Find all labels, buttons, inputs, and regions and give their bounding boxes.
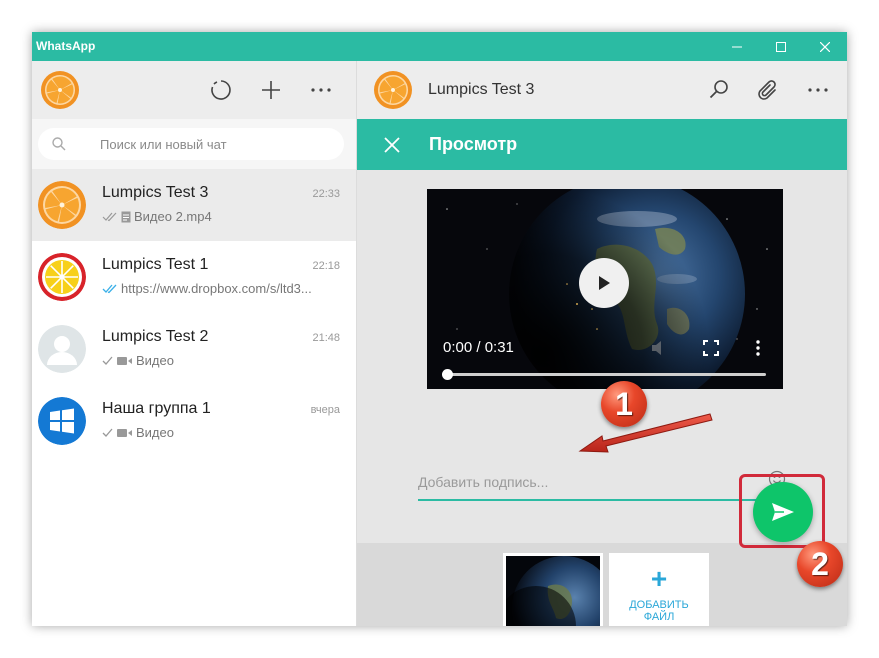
new-chat-icon: [262, 81, 280, 99]
attach-icon: [758, 80, 776, 100]
plus-icon: +: [650, 563, 668, 594]
chat-preview: Видео 2.mp4: [102, 209, 212, 224]
minimize-button[interactable]: [715, 32, 759, 61]
video-icon: [117, 428, 132, 437]
chat-preview: https://www.dropbox.com/s/ltd3...: [102, 281, 312, 296]
chat-preview: Видео: [102, 353, 174, 368]
chat-time: 21:48: [312, 332, 340, 344]
chat-preview-text: Видео 2.mp4: [134, 209, 212, 224]
attach-button[interactable]: [753, 75, 783, 105]
maximize-icon: [776, 41, 786, 52]
send-button[interactable]: [753, 482, 813, 542]
search-area: [32, 119, 356, 169]
attachment-thumbnail[interactable]: [503, 553, 603, 626]
double-check-icon: [102, 212, 117, 221]
close-icon: [820, 41, 830, 52]
search-box: [38, 128, 344, 160]
caption-input[interactable]: [418, 469, 748, 495]
avatar: [38, 325, 86, 373]
contact-name[interactable]: Lumpics Test 3: [428, 81, 534, 99]
play-button[interactable]: [579, 258, 629, 308]
video-progress-handle[interactable]: [442, 369, 453, 380]
title-bar: WhatsApp: [32, 32, 847, 61]
step-2-badge: 2: [797, 541, 843, 587]
add-file-label-line2: ФАЙЛ: [643, 611, 675, 623]
chat-list-panel: Lumpics Test 3 22:33 Видео 2.mp4: [32, 61, 357, 626]
search-icon: [709, 80, 728, 99]
volume-icon[interactable]: [650, 339, 670, 362]
chat-name: Наша группа 1: [102, 400, 211, 417]
chat-preview-text: Видео: [136, 353, 174, 368]
more-icon: [808, 88, 828, 92]
video-icon: [117, 356, 132, 365]
caption-field: [418, 463, 790, 501]
search-input[interactable]: [100, 128, 330, 160]
step-1-badge: 1: [601, 381, 647, 427]
chat-time: 22:33: [312, 188, 340, 200]
orange-avatar-icon: [38, 181, 86, 229]
new-chat-button[interactable]: [256, 75, 286, 105]
add-file-label: ДОБАВИТЬ ФАЙЛ: [609, 599, 709, 623]
chat-preview: Видео: [102, 425, 174, 440]
close-window-button[interactable]: [803, 32, 847, 61]
orange-avatar-icon: [41, 71, 79, 109]
default-avatar-icon: [38, 325, 86, 373]
orange-avatar-icon: [374, 71, 412, 109]
app-title: WhatsApp: [36, 39, 96, 53]
status-icon: [211, 80, 231, 100]
avatar: [38, 253, 86, 301]
more-icon: [311, 88, 331, 92]
minimize-icon: [732, 42, 742, 52]
close-icon: [384, 137, 400, 153]
status-button[interactable]: [206, 75, 236, 105]
video-progress-track[interactable]: [446, 373, 766, 376]
conversation-header: Lumpics Test 3: [357, 61, 847, 119]
chat-item-nasha-gruppa-1[interactable]: Наша группа 1 вчера Видео: [32, 385, 356, 457]
play-icon: [599, 276, 610, 290]
whatsapp-window: WhatsApp Поиск или новый чат Lumpics Tes…: [32, 32, 847, 626]
chat-name: Lumpics Test 2: [102, 328, 209, 345]
sidebar-menu-button[interactable]: [306, 75, 336, 105]
send-icon: [772, 503, 794, 521]
earth-thumbnail-image: [506, 556, 600, 626]
chat-preview-text: https://www.dropbox.com/s/ltd3...: [121, 281, 312, 296]
document-icon: [121, 211, 131, 222]
attachments-bar: + ДОБАВИТЬ ФАЙЛ: [357, 543, 847, 626]
sidebar-header: [32, 61, 356, 119]
video-time: 0:00 / 0:31: [443, 339, 514, 356]
chat-time: 22:18: [312, 260, 340, 272]
chat-name: Lumpics Test 1: [102, 256, 209, 273]
chat-time: вчера: [310, 404, 340, 416]
chat-name: Lumpics Test 3: [102, 184, 209, 201]
chat-item-lumpics-test-1[interactable]: Lumpics Test 1 22:18 https://www.dropbox…: [32, 241, 356, 313]
single-check-icon: [102, 428, 113, 437]
chat-item-lumpics-test-2[interactable]: Lumpics Test 2 21:48 Видео: [32, 313, 356, 385]
chat-item-lumpics-test-3[interactable]: Lumpics Test 3 22:33 Видео 2.mp4: [32, 169, 356, 241]
contact-avatar[interactable]: [374, 71, 412, 109]
search-messages-button[interactable]: [704, 75, 734, 105]
more-vertical-icon: [756, 340, 760, 356]
avatar: [38, 397, 86, 445]
preview-bar: Просмотр: [357, 119, 847, 170]
my-profile-avatar[interactable]: [41, 71, 79, 109]
double-check-blue-icon: [102, 284, 117, 293]
fullscreen-icon: [703, 340, 719, 356]
close-preview-button[interactable]: [379, 132, 405, 158]
conversation-menu-button[interactable]: [803, 75, 833, 105]
fullscreen-button[interactable]: [703, 340, 719, 361]
search-icon: [52, 137, 66, 156]
video-player[interactable]: 0:00 / 0:31: [427, 189, 783, 389]
maximize-button[interactable]: [759, 32, 803, 61]
lemon-avatar-icon: [38, 253, 86, 301]
add-file-button[interactable]: + ДОБАВИТЬ ФАЙЛ: [609, 553, 709, 626]
chat-preview-text: Видео: [136, 425, 174, 440]
single-check-icon: [102, 356, 113, 365]
windows-avatar-icon: [38, 397, 86, 445]
add-file-label-line1: ДОБАВИТЬ: [629, 599, 689, 611]
preview-title: Просмотр: [429, 134, 518, 154]
avatar: [38, 181, 86, 229]
video-menu-button[interactable]: [755, 339, 761, 362]
